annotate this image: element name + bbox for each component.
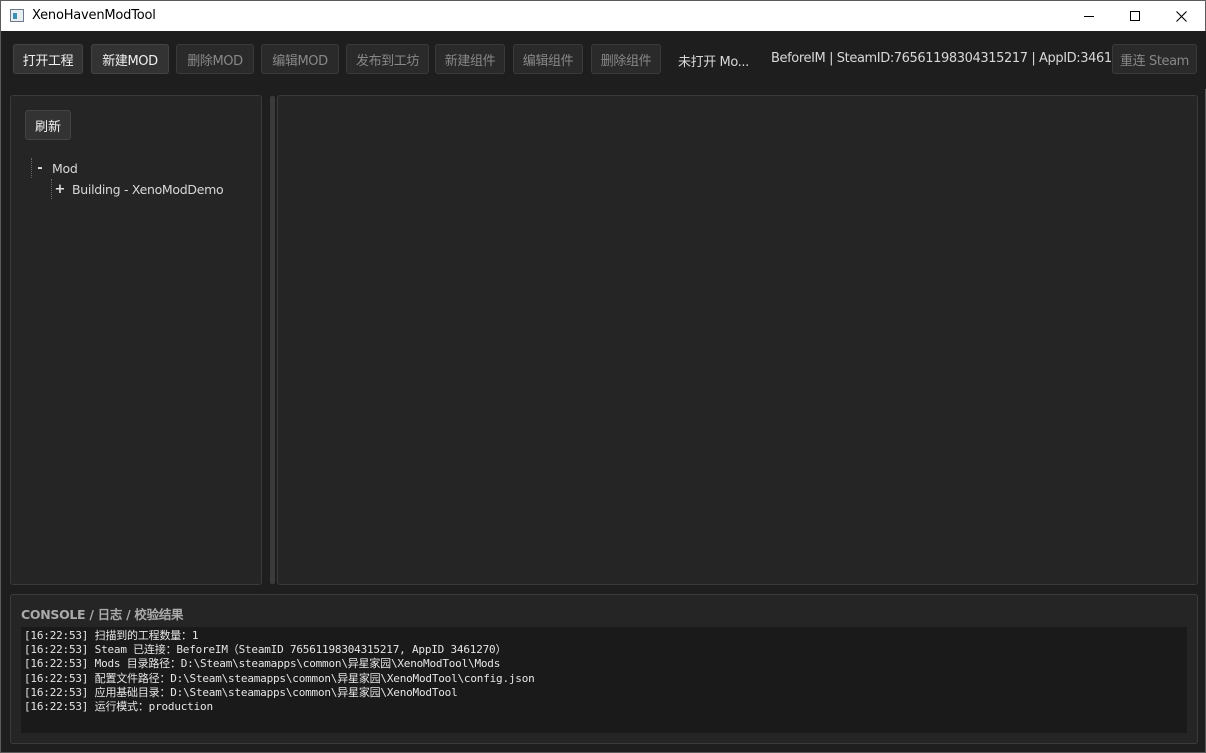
panel-splitter[interactable]	[270, 96, 275, 584]
delete-component-button[interactable]: 删除组件	[591, 44, 661, 74]
log-line: [16:22:53] Mods 目录路径：D:\Steam\steamapps\…	[24, 657, 501, 671]
reconnect-steam-button[interactable]: 重连 Steam	[1112, 44, 1197, 74]
title-bar: XenoHavenModTool	[1, 1, 1205, 31]
collapse-icon[interactable]: -	[33, 161, 47, 176]
minimize-button[interactable]	[1066, 1, 1112, 31]
close-button[interactable]	[1158, 1, 1204, 31]
maximize-button[interactable]	[1112, 1, 1158, 31]
log-line: [16:22:53] 配置文件路径：D:\Steam\steamapps\com…	[24, 671, 535, 685]
refresh-button[interactable]: 刷新	[25, 110, 71, 140]
steam-info-label: BeforeIM | SteamID:76561198304315217 | A…	[771, 51, 1136, 66]
mod-tree-panel: 刷新 - Mod + Building - XenoModDemo	[10, 95, 262, 585]
log-line: [16:22:53] 应用基础目录：D:\Steam\steamapps\com…	[24, 685, 458, 699]
toolbar: 打开工程 新建MOD 删除MOD 编辑MOD 发布到工坊 新建组件 编辑组件 删…	[2, 31, 1206, 89]
editor-panel	[277, 95, 1198, 585]
edit-mod-button[interactable]: 编辑MOD	[261, 44, 339, 74]
console-panel: CONSOLE / 日志 / 校验结果 [16:22:53] 扫描到的工程数量：…	[10, 594, 1198, 744]
expand-icon[interactable]: +	[53, 182, 67, 197]
app-icon	[10, 9, 24, 22]
new-component-button[interactable]: 新建组件	[435, 44, 505, 74]
tree-guide-line	[31, 158, 32, 178]
mod-tree: - Mod + Building - XenoModDemo	[31, 158, 224, 200]
tree-node-mod[interactable]: - Mod	[33, 158, 223, 179]
console-log[interactable]: [16:22:53] 扫描到的工程数量：1 [16:22:53] Steam 已…	[21, 627, 1187, 733]
delete-mod-button[interactable]: 删除MOD	[176, 44, 254, 74]
close-icon	[1175, 10, 1187, 22]
new-mod-button[interactable]: 新建MOD	[91, 44, 169, 74]
tree-node-building[interactable]: + Building - XenoModDemo	[33, 179, 224, 200]
tree-node-label: Mod	[52, 161, 78, 176]
log-line: [16:22:53] 运行模式：production	[24, 699, 213, 713]
tree-node-label: Building - XenoModDemo	[72, 182, 224, 197]
open-project-button[interactable]: 打开工程	[13, 44, 83, 74]
log-line: [16:22:53] Steam 已连接：BeforeIM（SteamID 76…	[24, 643, 507, 657]
minimize-icon	[1084, 15, 1094, 17]
maximize-icon	[1130, 11, 1140, 21]
edit-component-button[interactable]: 编辑组件	[513, 44, 583, 74]
publish-workshop-button[interactable]: 发布到工坊	[346, 44, 429, 74]
project-status-label: 未打开 Mo...	[678, 55, 749, 70]
log-line: [16:22:53] 扫描到的工程数量：1	[24, 629, 199, 642]
console-title: CONSOLE / 日志 / 校验结果	[21, 607, 184, 622]
window-title: XenoHavenModTool	[32, 8, 156, 23]
